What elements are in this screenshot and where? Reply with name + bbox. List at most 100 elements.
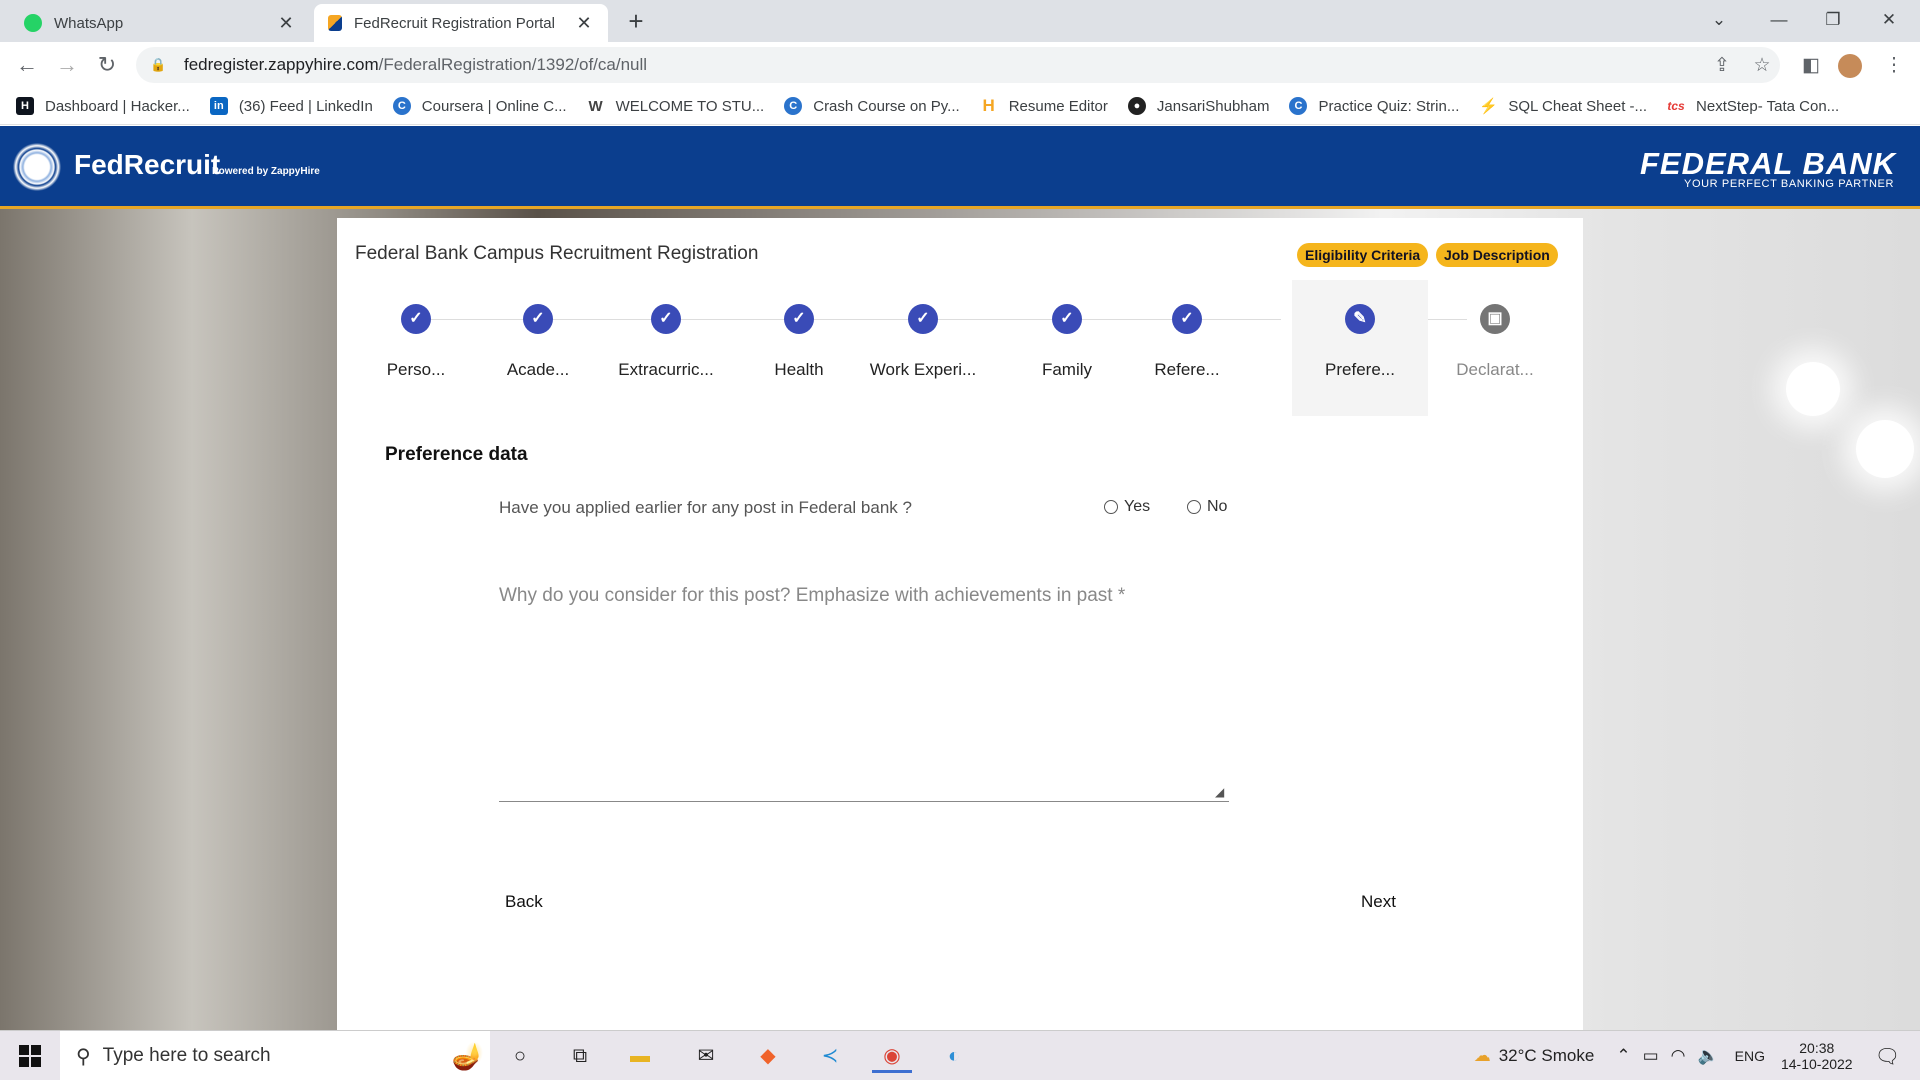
resize-handle-icon[interactable]: ◢: [1215, 785, 1224, 799]
bookmark-label: Practice Quiz: Strin...: [1318, 97, 1460, 115]
radio-circle[interactable]: [1104, 500, 1118, 514]
forward-arrow-icon[interactable]: →: [50, 48, 84, 82]
bookmark-hackerrank[interactable]: H Dashboard | Hacker...: [16, 97, 190, 115]
bookmark-label: Dashboard | Hacker...: [45, 97, 190, 115]
bookmark-label: Crash Course on Py...: [813, 97, 960, 115]
whatsapp-icon: [24, 14, 42, 32]
step-extracurricular[interactable]: ✓ Extracurric...: [601, 280, 731, 416]
step-label: Health: [774, 360, 824, 379]
restore-button[interactable]: ❐: [1808, 2, 1858, 38]
step-academic[interactable]: ✓ Acade...: [478, 280, 598, 416]
bookmark-star-icon[interactable]: ☆: [1748, 52, 1776, 80]
bookmark-crash-course[interactable]: C Crash Course on Py...: [784, 97, 960, 115]
step-personal[interactable]: ✓ Perso...: [356, 280, 476, 416]
cortana-icon[interactable]: ○: [500, 1039, 540, 1073]
weather-icon: ☁: [1473, 1046, 1491, 1065]
back-button[interactable]: Back: [505, 892, 543, 912]
step-family[interactable]: ✓ Family: [1007, 280, 1127, 416]
bookmark-github[interactable]: ● JansariShubham: [1127, 97, 1270, 115]
radio-yes[interactable]: Yes: [1104, 498, 1150, 516]
bookmark-label: Resume Editor: [1008, 97, 1108, 115]
chrome-icon[interactable]: ◉: [872, 1039, 912, 1073]
menu-kebab-icon[interactable]: ⋮: [1880, 52, 1908, 80]
tab-search-icon[interactable]: ⌄: [1694, 2, 1744, 38]
job-description-button[interactable]: Job Description: [1436, 243, 1558, 267]
bookmark-label: WELCOME TO STU...: [615, 97, 765, 115]
language-indicator[interactable]: ENG: [1735, 1048, 1765, 1064]
tab-fedrecruit[interactable]: FedRecruit Registration Portal ✕: [314, 4, 608, 42]
why-post-textarea[interactable]: [499, 618, 1229, 802]
tab-whatsapp[interactable]: WhatsApp ✕: [10, 4, 310, 42]
address-bar[interactable]: 🔒 fedregister.zappyhire.com/FederalRegis…: [136, 47, 1780, 83]
browser-toolbar: ← → ↻ 🔒 fedregister.zappyhire.com/Federa…: [0, 42, 1920, 88]
battery-icon[interactable]: ▭: [1643, 1046, 1659, 1066]
edge-icon[interactable]: ◐: [934, 1039, 974, 1073]
bookmark-label: Coursera | Online C...: [421, 97, 567, 115]
linkedin-icon: in: [209, 97, 228, 115]
side-panel-icon[interactable]: ◧: [1797, 52, 1825, 80]
search-icon: ⚲: [76, 1045, 91, 1068]
question-applied-earlier: Have you applied earlier for any post in…: [499, 498, 912, 517]
step-references[interactable]: ✓ Refere...: [1127, 280, 1247, 416]
wifi-icon[interactable]: ◠: [1671, 1046, 1686, 1066]
tab-title: FedRecruit Registration Portal: [354, 14, 555, 32]
bookmark-practice-quiz[interactable]: C Practice Quiz: Strin...: [1289, 97, 1459, 115]
step-preference[interactable]: ✎ Prefere...: [1292, 280, 1428, 416]
file-explorer-icon[interactable]: ▬: [620, 1039, 660, 1073]
lock-icon: 🔒: [150, 57, 167, 72]
taskbar-search[interactable]: ⚲ Type here to search 🪔: [60, 1031, 490, 1080]
show-hidden-icons-icon[interactable]: ⌃: [1616, 1046, 1630, 1066]
step-label: Perso...: [386, 360, 446, 379]
bookmark-welcome[interactable]: W WELCOME TO STU...: [587, 97, 765, 115]
step-health[interactable]: ✓ Health: [739, 280, 859, 416]
next-button[interactable]: Next: [1361, 892, 1396, 912]
notification-icon[interactable]: 🗨: [1875, 1044, 1900, 1069]
step-label: Family: [1041, 360, 1093, 379]
bookmark-label: SQL Cheat Sheet -...: [1508, 97, 1648, 115]
profile-avatar[interactable]: [1838, 54, 1862, 78]
system-tray: ☁ 32°C Smoke ⌃ ▭ ◠ 🔈 ENG 20:38 14-10-202…: [1474, 1031, 1920, 1080]
close-icon[interactable]: ✕: [276, 13, 296, 34]
brand-name: FedRecruit: [74, 149, 221, 180]
coursera-icon: C: [392, 97, 411, 115]
bookmark-label: NextStep- Tata Con...: [1696, 97, 1840, 115]
bookmarks-bar: H Dashboard | Hacker... in (36) Feed | Lin…: [0, 88, 1920, 125]
background-light: [1786, 362, 1840, 416]
bookmark-resume-editor[interactable]: H Resume Editor: [980, 96, 1108, 115]
radio-no[interactable]: No: [1187, 498, 1227, 516]
eligibility-criteria-button[interactable]: Eligibility Criteria: [1297, 243, 1429, 267]
weather-text[interactable]: 32°C Smoke: [1499, 1046, 1595, 1066]
back-arrow-icon[interactable]: ←: [10, 48, 44, 82]
windows-start-button[interactable]: [0, 1031, 60, 1080]
step-label: Acade...: [506, 360, 570, 379]
mail-icon[interactable]: ✉: [686, 1039, 726, 1073]
tcs-icon: tcs: [1667, 99, 1685, 113]
close-window-button[interactable]: ✕: [1864, 2, 1914, 38]
bookmark-label: JansariShubham: [1156, 97, 1270, 115]
radio-no-label: No: [1207, 498, 1228, 515]
bookmark-coursera[interactable]: C Coursera | Online C...: [392, 97, 567, 115]
clock[interactable]: 20:38 14-10-2022: [1781, 1040, 1853, 1072]
radio-circle[interactable]: [1187, 500, 1201, 514]
page-viewport: FedRecruit Powered by ZappyHire FEDERAL …: [0, 126, 1920, 1030]
reload-icon[interactable]: ↻: [90, 48, 124, 82]
coursera-icon: C: [784, 97, 803, 115]
url-host: fedregister.zappyhire.com: [184, 55, 379, 74]
share-icon[interactable]: ⇪: [1708, 52, 1736, 80]
step-work-experience[interactable]: ✓ Work Experi...: [858, 280, 988, 416]
task-view-icon[interactable]: ⧉: [560, 1039, 600, 1073]
check-icon: ✓: [908, 304, 938, 334]
step-declaration[interactable]: ▣ Declarat...: [1435, 280, 1555, 416]
bookmark-linkedin[interactable]: in (36) Feed | LinkedIn: [209, 97, 373, 115]
bookmark-sql-cheat-sheet[interactable]: ⚡ SQL Cheat Sheet -...: [1479, 97, 1648, 116]
hackerrank-icon: H: [16, 97, 34, 115]
new-tab-button[interactable]: +: [620, 6, 652, 38]
close-icon[interactable]: ✕: [574, 13, 594, 34]
vscode-icon[interactable]: ≺: [810, 1039, 850, 1073]
minimize-button[interactable]: —: [1754, 2, 1804, 38]
brave-browser-icon[interactable]: ◆: [748, 1039, 788, 1073]
bookmark-nextstep[interactable]: tcs NextStep- Tata Con...: [1667, 97, 1839, 115]
speaker-icon[interactable]: 🔈: [1697, 1046, 1718, 1066]
image-icon: ▣: [1480, 304, 1510, 334]
search-placeholder: Type here to search: [102, 1045, 271, 1066]
